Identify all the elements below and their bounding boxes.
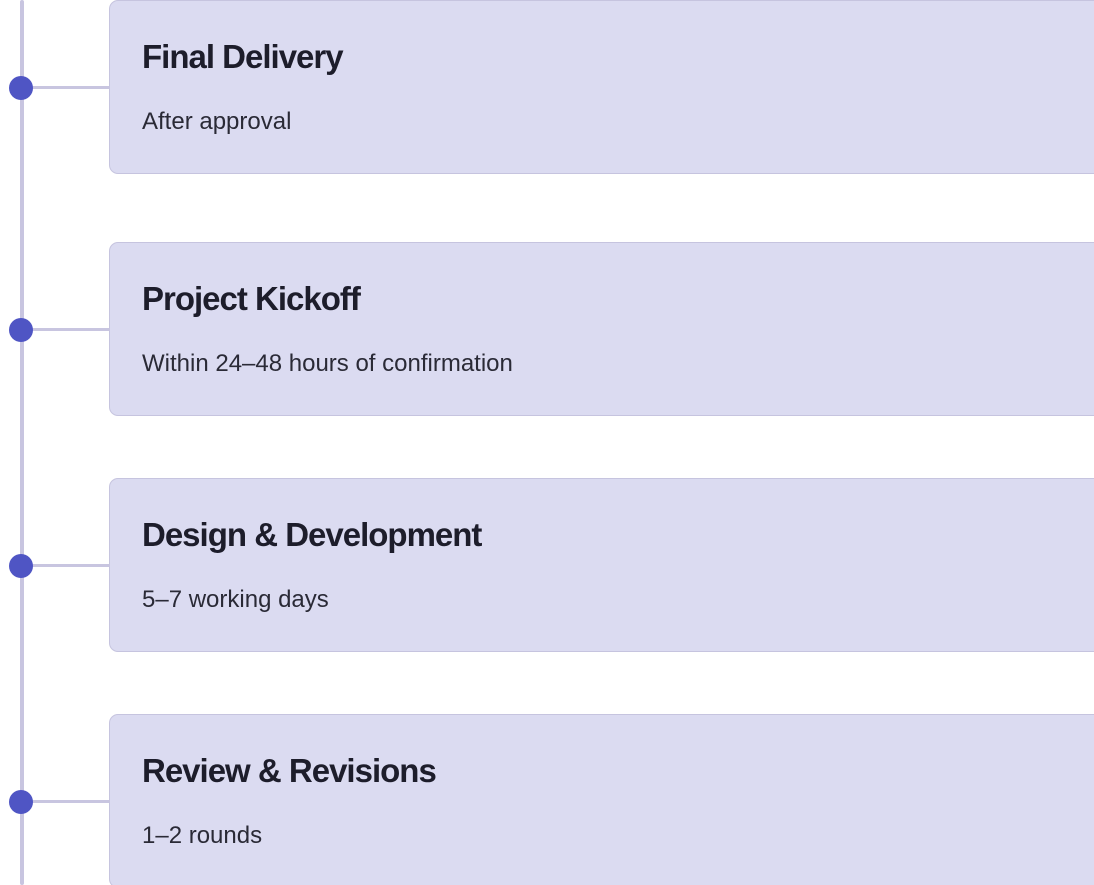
timeline-connector [30,800,110,803]
timeline-dot [9,76,33,100]
timeline-dot [9,318,33,342]
timeline-connector [30,564,110,567]
timeline-step-review-revisions: Review & Revisions 1–2 rounds [0,714,1094,885]
timeline-dot [9,554,33,578]
step-duration: After approval [142,108,292,135]
timeline-connector [30,328,110,331]
step-card: Project Kickoff Within 24–48 hours of co… [109,242,1094,416]
step-duration: 5–7 working days [142,586,329,613]
timeline-step-design-development: Design & Development 5–7 working days [0,478,1094,654]
timeline-dot [9,790,33,814]
step-title: Project Kickoff [142,280,361,317]
timeline-step-project-kickoff: Project Kickoff Within 24–48 hours of co… [0,242,1094,418]
step-duration: Within 24–48 hours of confirmation [142,350,513,377]
step-duration: 1–2 rounds [142,822,263,849]
step-card: Final Delivery After approval [109,0,1094,174]
step-title: Design & Development [142,516,482,553]
project-timeline: Project Kickoff Within 24–48 hours of co… [0,0,1094,885]
step-card: Design & Development 5–7 working days [109,478,1094,652]
step-title: Review & Revisions [142,752,437,789]
step-title: Final Delivery [142,38,344,75]
timeline-connector [30,86,110,89]
timeline-step-final-delivery: Final Delivery After approval [0,0,1094,176]
step-card: Review & Revisions 1–2 rounds [109,714,1094,885]
